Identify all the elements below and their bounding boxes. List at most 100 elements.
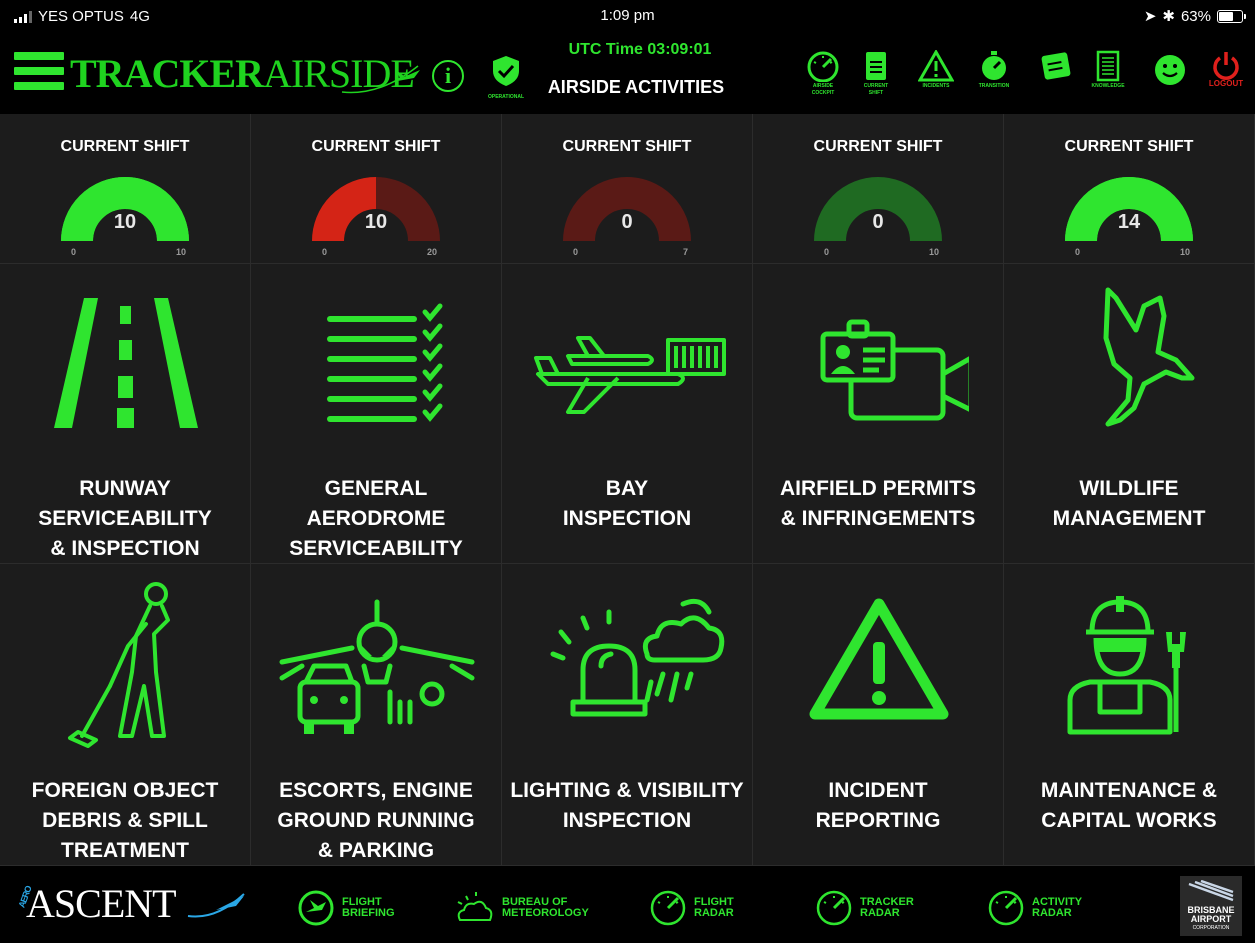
shift-title: CURRENT SHIFT xyxy=(1064,138,1194,155)
dashboard-grid: CURRENT SHIFT 10 0 10 CURRENT SHIFT 10 0… xyxy=(0,114,1255,866)
tile-foreign-object-debris[interactable]: FOREIGN OBJECT DEBRIS & SPILL TREATMENT xyxy=(0,564,251,866)
tile-label: RUNWAY SERVICEABILITY & INSPECTION xyxy=(38,477,212,560)
utc-time: UTC Time 03:09:01 xyxy=(568,41,712,58)
stopwatch-icon xyxy=(982,51,1006,80)
app-header: TRACKERAIRSIDE i OPERATIONAL UTC Time 03… xyxy=(0,32,1255,114)
gauge-value: 0 xyxy=(872,211,884,233)
permit-camera-icon xyxy=(753,278,1004,448)
bluetooth-icon: ✱ xyxy=(1162,8,1175,25)
beacon-weather-icon xyxy=(502,578,753,748)
tile-incident-reporting[interactable]: INCIDENT REPORTING xyxy=(753,564,1004,866)
status-time: 1:09 pm xyxy=(600,7,655,24)
tile-label: LIGHTING & VISIBILITY INSPECTION xyxy=(510,779,744,832)
transition-button[interactable]: TRANSITION xyxy=(970,50,1018,106)
tile-maintenance-capital[interactable]: MAINTENANCE & CAPITAL WORKS xyxy=(1004,564,1255,866)
shift-gauge-1[interactable]: CURRENT SHIFT 10 0 10 xyxy=(0,114,251,264)
info-icon[interactable]: i xyxy=(432,60,464,92)
battery-percent: 63% xyxy=(1180,7,1211,25)
gauge-min: 0 xyxy=(71,247,77,257)
airside-cockpit-button[interactable]: AIRSIDE COCKPIT xyxy=(799,50,847,106)
shift-gauge-3[interactable]: CURRENT SHIFT 0 0 7 xyxy=(502,114,753,264)
tile-general-aerodrome[interactable]: GENERAL AERODROME SERVICEABILITY xyxy=(251,264,502,564)
gauge-min: 0 xyxy=(1075,247,1081,257)
tile-label: AIRFIELD PERMITS & INFRINGEMENTS xyxy=(779,477,976,530)
sweeper-person-icon xyxy=(0,578,251,748)
book-icon xyxy=(1096,50,1120,82)
tile-bay-inspection[interactable]: BAY INSPECTION xyxy=(502,264,753,564)
location-icon: ➤ xyxy=(1143,8,1157,25)
shift-title: CURRENT SHIFT xyxy=(60,138,190,155)
shift-gauge-5[interactable]: CURRENT SHIFT 14 0 10 xyxy=(1004,114,1255,264)
gauge-value: 0 xyxy=(621,211,633,233)
log-book-button[interactable] xyxy=(1032,50,1080,106)
shift-gauge-4[interactable]: CURRENT SHIFT 0 0 10 xyxy=(753,114,1004,264)
user-profile-button[interactable] xyxy=(1146,50,1194,106)
gauge-max: 10 xyxy=(175,247,186,257)
gauge-value: 10 xyxy=(113,211,137,233)
gauge-max: 10 xyxy=(928,247,939,257)
incidents-button[interactable]: INCIDENTS xyxy=(912,50,960,106)
shift-gauge: 14 0 10 xyxy=(1064,169,1194,259)
bureau-meteorology-button[interactable]: BUREAU OF METEOROLOGY xyxy=(452,888,592,928)
tile-label: WILDLIFE MANAGEMENT xyxy=(1052,477,1206,530)
app-footer: AERO ASCENT FLIGHT BRIEFING BUREAU OF METE… xyxy=(0,866,1255,943)
gauge-value: 10 xyxy=(364,211,388,233)
tracker-radar-button[interactable]: TRACKER RADAR xyxy=(814,888,950,928)
shift-gauge: 0 0 7 xyxy=(562,169,692,259)
shift-gauge-2[interactable]: CURRENT SHIFT 10 0 20 xyxy=(251,114,502,264)
battery-icon xyxy=(1217,9,1246,23)
radar-gauge-icon xyxy=(650,890,686,926)
button-label: ACTIVITY RADAR xyxy=(1032,896,1083,919)
tile-label: FOREIGN OBJECT DEBRIS & SPILL TREATMENT xyxy=(31,779,219,862)
checklist-icon xyxy=(251,278,502,448)
tile-label: BAY INSPECTION xyxy=(562,477,692,530)
shift-title: CURRENT SHIFT xyxy=(311,138,441,155)
button-label: TRACKER RADAR xyxy=(860,896,914,919)
brisbane-airport-logo: BRISBANE AIRPORT CORPORATION xyxy=(1180,876,1242,936)
aero-ascent-logo: AERO ASCENT xyxy=(16,880,245,927)
tile-label: GENERAL AERODROME SERVICEABILITY xyxy=(289,477,463,560)
plane-car-icon xyxy=(251,578,502,748)
tile-airfield-permits[interactable]: AIRFIELD PERMITS & INFRINGEMENTS xyxy=(753,264,1004,564)
worker-wrench-icon xyxy=(1004,578,1255,748)
smiley-icon xyxy=(1155,55,1185,85)
bac-swoosh-icon xyxy=(1188,880,1234,902)
tile-runway-serviceability[interactable]: RUNWAY SERVICEABILITY & INSPECTION xyxy=(0,264,251,564)
current-shift-button[interactable]: CURRENT SHIFT xyxy=(852,50,900,106)
shift-title: CURRENT SHIFT xyxy=(562,138,692,155)
status-right: ➤ ✱ 63% xyxy=(1143,7,1246,25)
flight-briefing-button[interactable]: FLIGHT BRIEFING xyxy=(296,888,432,928)
tile-label: INCIDENT REPORTING xyxy=(815,779,941,832)
gauge-max: 20 xyxy=(426,247,437,257)
shift-gauge: 0 0 10 xyxy=(813,169,943,259)
logbook-icon xyxy=(1041,52,1071,80)
shield-check-icon xyxy=(493,56,519,86)
shift-title: CURRENT SHIFT xyxy=(813,138,943,155)
button-label: FLIGHT BRIEFING xyxy=(342,896,395,919)
runway-icon xyxy=(0,278,251,448)
logout-button[interactable]: LOGOUT xyxy=(1202,50,1250,106)
operational-status: OPERATIONAL xyxy=(486,54,526,104)
pdf-document-icon xyxy=(866,52,886,80)
bird-icon xyxy=(1004,278,1255,448)
status-bar: YES OPTUS 4G 1:09 pm ➤ ✱ 63% xyxy=(0,0,1255,32)
flight-briefing-icon xyxy=(298,890,334,926)
page-title: AIRSIDE ACTIVITIES xyxy=(547,77,725,97)
weather-icon xyxy=(457,892,493,921)
radar-gauge-icon xyxy=(988,890,1024,926)
tile-lighting-visibility[interactable]: LIGHTING & VISIBILITY INSPECTION xyxy=(502,564,753,866)
button-label: FLIGHT RADAR xyxy=(694,896,734,919)
gauge-value: 14 xyxy=(1117,211,1141,233)
speedometer-icon xyxy=(807,51,839,82)
flight-radar-button[interactable]: FLIGHT RADAR xyxy=(648,888,784,928)
knowledge-button[interactable]: KNOWLEDGE xyxy=(1084,50,1132,106)
hamburger-menu-icon[interactable] xyxy=(14,52,64,90)
gauge-min: 0 xyxy=(573,247,579,257)
warning-triangle-icon xyxy=(753,578,1004,748)
radar-gauge-icon xyxy=(816,890,852,926)
tile-label: ESCORTS, ENGINE GROUND RUNNING & PARKING xyxy=(277,779,475,862)
tile-wildlife-management[interactable]: WILDLIFE MANAGEMENT xyxy=(1004,264,1255,564)
tile-escorts-engine[interactable]: ESCORTS, ENGINE GROUND RUNNING & PARKING xyxy=(251,564,502,866)
activity-radar-button[interactable]: ACTIVITY RADAR xyxy=(986,888,1122,928)
shift-gauge: 10 0 10 xyxy=(60,169,190,259)
